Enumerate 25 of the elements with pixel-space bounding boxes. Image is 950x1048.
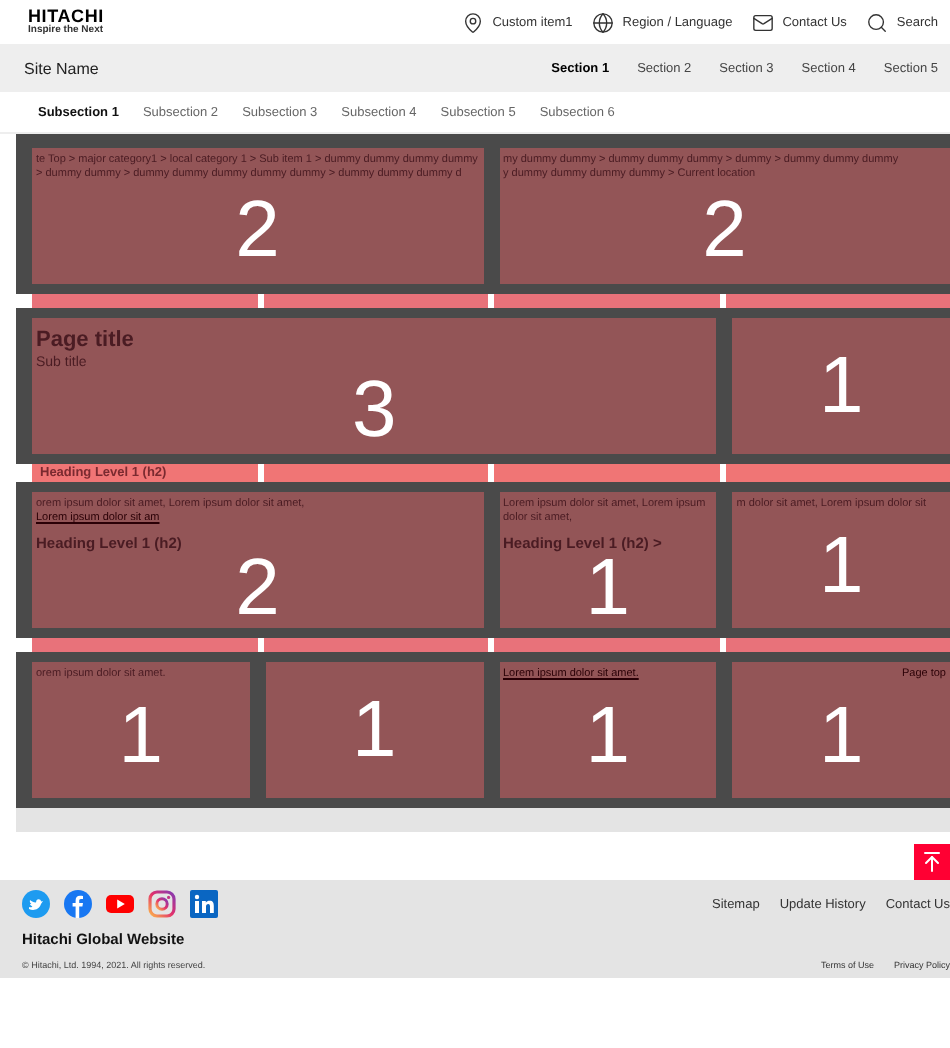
arrow-up-icon (920, 850, 944, 874)
column-span-number: 3 (350, 373, 399, 448)
back-to-top-button[interactable] (914, 844, 950, 880)
column-span-number: 1 (817, 520, 866, 615)
facebook-icon[interactable] (64, 890, 92, 918)
page-title: Page title (36, 328, 136, 355)
column-span-number: 2 (233, 552, 282, 622)
column-span-number: 1 (817, 690, 866, 785)
linkedin-icon[interactable] (190, 890, 218, 918)
globe-icon (592, 11, 615, 33)
column-span-number: 1 (350, 684, 399, 778)
column-span-number: 1 (116, 690, 165, 785)
column-span-number: 2 (700, 183, 749, 278)
column-span-number: 2 (233, 183, 282, 278)
youtube-icon[interactable] (106, 890, 134, 918)
column-span-number: 1 (585, 552, 630, 622)
site-name[interactable]: Site Name (24, 59, 99, 77)
search-icon (866, 11, 889, 33)
instagram-icon[interactable] (148, 890, 176, 918)
twitter-icon[interactable] (22, 890, 50, 918)
envelope-icon (752, 11, 775, 33)
column-span-number: 1 (817, 340, 866, 434)
map-pin-icon (462, 11, 485, 33)
column-span-number: 1 (583, 690, 632, 785)
logo-wordmark[interactable]: HITACHI (28, 8, 104, 26)
